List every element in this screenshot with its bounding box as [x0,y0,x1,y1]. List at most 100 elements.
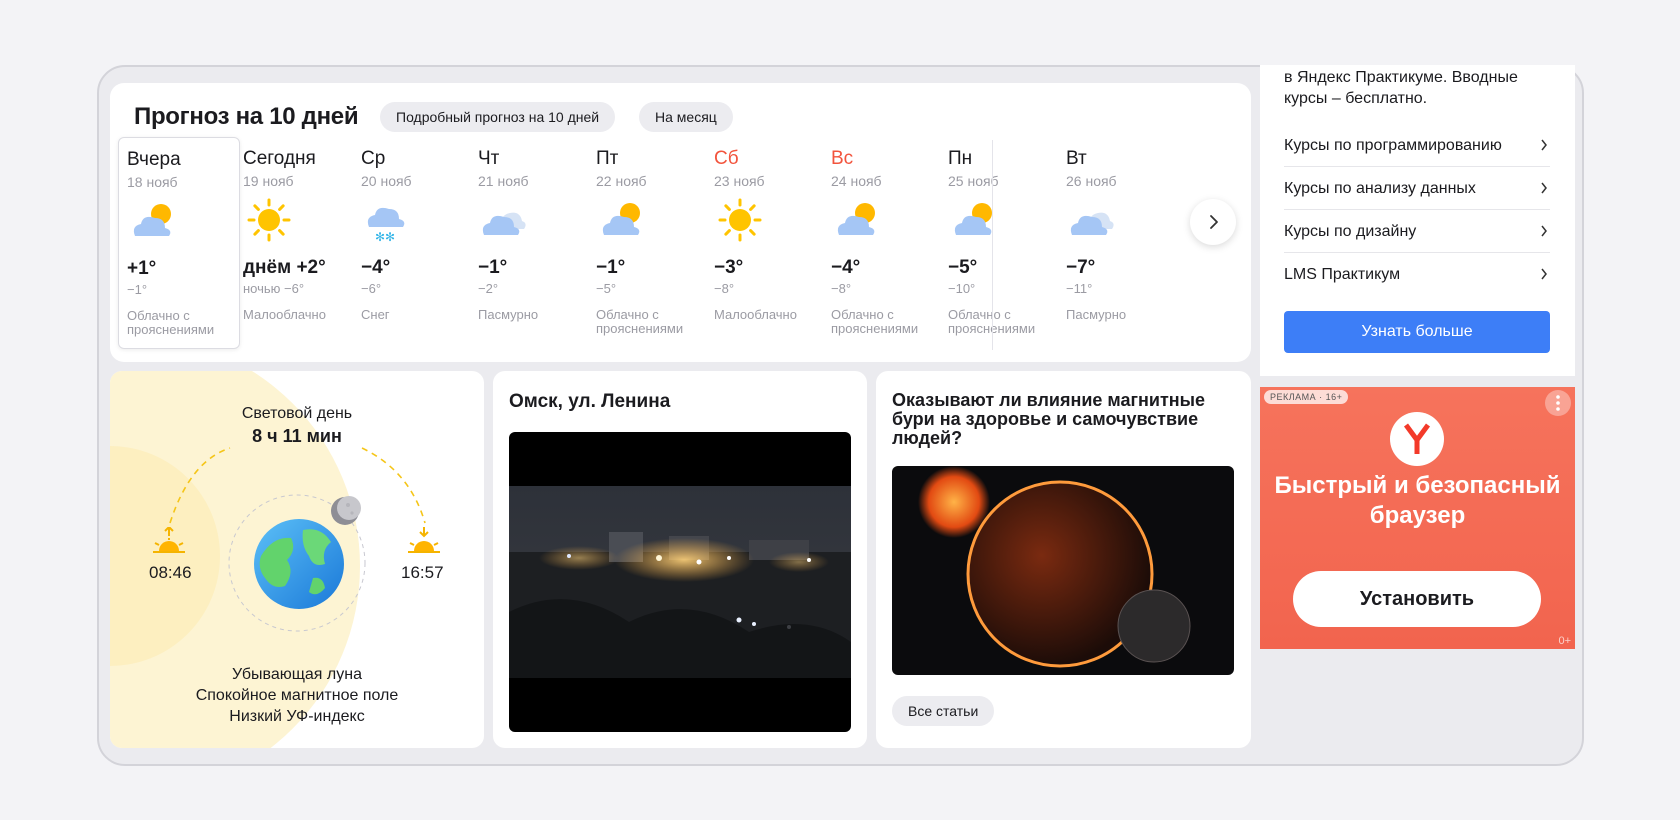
day-temp: днём +2° [243,257,326,278]
promo-link-lms[interactable]: LMS Практикум [1284,253,1550,296]
article-title[interactable]: Оказывают ли влияние магнитные бури на з… [892,391,1237,448]
day-temp: +1° [127,258,157,279]
day-name: Чт [478,148,500,169]
daylight-duration: 8 ч 11 мин [252,426,342,446]
weather-description: Пасмурно [478,307,539,322]
weather-description: Малооблачно [243,307,326,322]
magnetic-storm-illustration [918,466,1191,668]
day-date: 20 нояб [361,173,412,189]
day-name: Вчера [127,149,181,170]
promo-link-data-analysis[interactable]: Курсы по анализу данных [1284,167,1550,210]
day-date: 25 нояб [948,173,999,189]
svg-text:✻✻: ✻✻ [375,230,395,244]
night-temp: −5° [596,281,617,296]
day-date: 21 нояб [478,173,529,189]
ad-headline-line1: Быстрый и безопасный [1274,472,1561,499]
magnetic-field: Спокойное магнитное поле [195,687,399,704]
promo-link-label: Курсы по дизайну [1284,223,1417,240]
ad-menu-button[interactable] [1545,390,1571,416]
next-days-button[interactable] [1190,199,1236,245]
day-temp: −1° [478,257,508,278]
forecast-card: Прогноз на 10 дней Подробный прогноз на … [110,83,1251,362]
forecast-title: Прогноз на 10 дней [134,103,359,130]
night-temp: −10° [948,281,976,296]
night-temp: −8° [714,281,735,296]
learn-more-button[interactable]: Узнать больше [1284,311,1550,353]
chevron-right-icon [1210,215,1218,229]
day-temp: −5° [948,257,978,278]
earth-icon [254,519,344,609]
webcam-video[interactable] [509,432,851,732]
day-temp: −3° [714,257,744,278]
promo-link-programming[interactable]: Курсы по программированию [1284,124,1550,167]
week-divider [992,140,993,350]
promo-link-label: LMS Практикум [1284,266,1401,283]
night-temp: −1° [127,282,148,297]
partly-cloudy-icon [837,203,875,235]
forecast-day[interactable]: Ср 20 нояб ✻✻ −4° −6° Снег [353,137,475,349]
forecast-day[interactable]: Вс 24 нояб −4° −8° Облачно с прояснениями [823,137,945,349]
sunset-time: 16:57 [401,563,444,582]
night-temp: −2° [478,281,499,296]
chevron-right-icon [1541,182,1547,194]
chevron-right-icon [1541,225,1547,237]
detailed-forecast-button[interactable]: Подробный прогноз на 10 дней [380,102,616,132]
overcast-icon [1070,212,1114,235]
weather-description: Облачно с прояснениями [831,307,919,336]
day-name: Вт [1066,148,1087,169]
sunset-icon [408,527,440,553]
chevron-right-icon [1541,139,1547,151]
promo-link-label: Курсы по анализу данных [1284,180,1476,197]
forecast-day[interactable]: Пн 25 нояб −5° −10° Облачно с прояснениями [940,137,1062,349]
night-temp: −8° [831,281,852,296]
day-name: Ср [361,148,386,169]
forecast-day[interactable]: Вчера 18 нояб +1° −1° Облачно с прояснениями [118,137,240,349]
webcam-card: Омск, ул. Ленина [493,371,867,748]
webcam-frame [509,486,851,678]
all-articles-button[interactable]: Все статьи [892,696,995,726]
promo-intro: в Яндекс Практикуме. Вводные курсы – бес… [1284,69,1518,107]
yandex-browser-logo [1390,412,1444,466]
partly-cloudy-icon [133,204,171,236]
forecast-day[interactable]: Сегодня 19 нояб днём +2° ночью −6° Малооблач… [235,137,357,349]
article-image[interactable] [892,466,1234,675]
forecast-day[interactable]: Чт 21 нояб −1° −2° Пасмурно [470,137,592,349]
weather-description: Снег [361,307,390,322]
partly-cloudy-icon [602,203,640,235]
chevron-right-icon [1541,268,1547,280]
promo-link-design[interactable]: Курсы по дизайну [1284,210,1550,253]
sunrise-time: 08:46 [149,563,192,582]
overcast-icon [482,212,526,235]
promo-link-label: Курсы по программированию [1284,137,1502,154]
weather-description: Облачно с прояснениями [948,307,1035,336]
night-temp: −6° [361,281,382,296]
day-date: 26 нояб [1066,173,1117,189]
moon-icon [331,496,361,525]
day-name: Вс [831,148,854,169]
day-name: Пн [948,148,973,169]
forecast-day[interactable]: Вт 26 нояб −7° −11° Пасмурно [1058,137,1180,349]
ad-headline-line2: браузер [1369,502,1466,529]
day-date: 23 нояб [714,173,765,189]
browser-ad[interactable]: РЕКЛАМА · 16+ Быстрый и безопасный брауз… [1260,387,1575,649]
day-temp: −4° [361,257,391,278]
ad-badge: РЕКЛАМА · 16+ [1264,390,1349,404]
day-name: Сб [714,148,739,169]
yandex-y-icon [1403,423,1431,454]
month-forecast-button[interactable]: На месяц [639,102,733,132]
night-temp: ночью −6° [243,281,305,296]
daylight-label: Световой день [241,405,353,422]
daylight-card: Световой день 8 ч 11 мин 08:46 16:57 Убы… [110,371,484,748]
night-temp: −11° [1066,281,1093,296]
install-button[interactable]: Установить [1293,571,1541,627]
sunrise-icon [153,527,185,553]
day-temp: −4° [831,257,861,278]
forecast-day[interactable]: Пт 22 нояб −1° −5° Облачно с прояснениями [588,137,710,349]
ad-headline: Быстрый и безопасный браузер [1260,471,1575,531]
sun-icon [247,198,291,242]
day-temp: −7° [1066,257,1096,278]
weather-description: Пасмурно [1066,307,1127,322]
more-vertical-icon [1556,395,1560,411]
weather-description: Облачно с прояснениями [127,308,215,337]
forecast-day[interactable]: Сб 23 нояб −3° −8° Малооблачно [706,137,828,349]
